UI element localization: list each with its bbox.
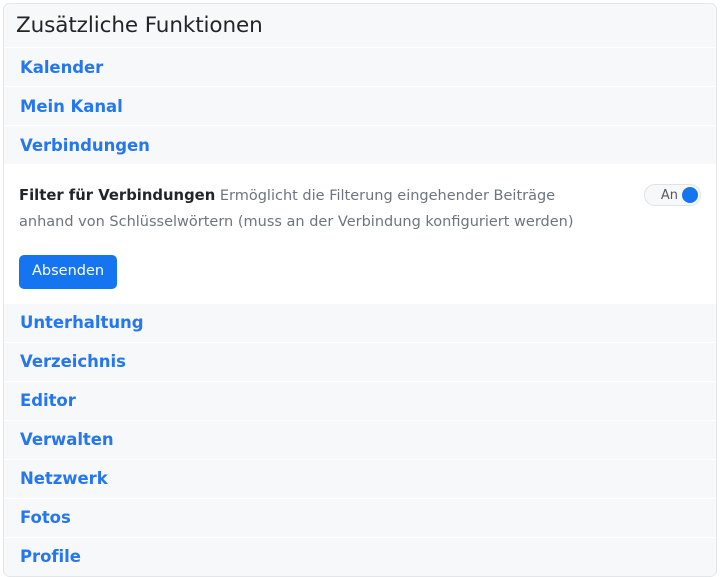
accordion-row-profile[interactable]: Profile [4,536,716,576]
accordion-row-verwalten[interactable]: Verwalten [4,419,716,459]
toggle-knob-icon [682,187,698,203]
accordion-row-fotos[interactable]: Fotos [4,497,716,537]
accordion-row-mein-kanal[interactable]: Mein Kanal [4,86,716,125]
accordion-row-kalender[interactable]: Kalender [4,47,716,86]
accordion-row-verzeichnis[interactable]: Verzeichnis [4,341,716,381]
verbindungen-panel-body: Filter für Verbindungen Ermöglicht die F… [4,164,716,303]
submit-button[interactable]: Absenden [19,255,118,289]
filter-setting: Filter für Verbindungen Ermöglicht die F… [19,183,704,235]
accordion-row-verbindungen[interactable]: Verbindungen [4,125,716,164]
filter-toggle-state-label: An [660,187,678,203]
accordion-row-label: Profile [20,547,81,566]
settings-accordion: Kalender Mein Kanal Verbindungen Filter … [4,47,716,576]
filter-setting-label: Filter für Verbindungen [19,187,216,204]
accordion-row-netzwerk[interactable]: Netzwerk [4,458,716,498]
accordion-row-label: Mein Kanal [20,96,123,116]
accordion-row-label: Editor [20,391,76,410]
accordion-row-label: Fotos [20,508,71,527]
additional-features-panel: Zusätzliche Funktionen Kalender Mein Kan… [3,3,717,577]
accordion-row-label: Verzeichnis [20,352,126,371]
accordion-row-editor[interactable]: Editor [4,380,716,420]
accordion-row-label: Kalender [20,57,104,77]
accordion-row-unterhaltung[interactable]: Unterhaltung [4,302,716,342]
accordion-row-label: Unterhaltung [20,313,144,332]
filter-toggle-switch[interactable]: An [644,184,701,206]
submit-row: Absenden [19,255,704,289]
filter-setting-text: Filter für Verbindungen Ermöglicht die F… [19,183,597,235]
accordion-row-label: Verwalten [20,430,114,449]
accordion-row-label: Netzwerk [20,469,108,488]
panel-header: Zusätzliche Funktionen [4,4,716,47]
accordion-row-label: Verbindungen [20,135,150,155]
page-title: Zusätzliche Funktionen [16,12,263,38]
